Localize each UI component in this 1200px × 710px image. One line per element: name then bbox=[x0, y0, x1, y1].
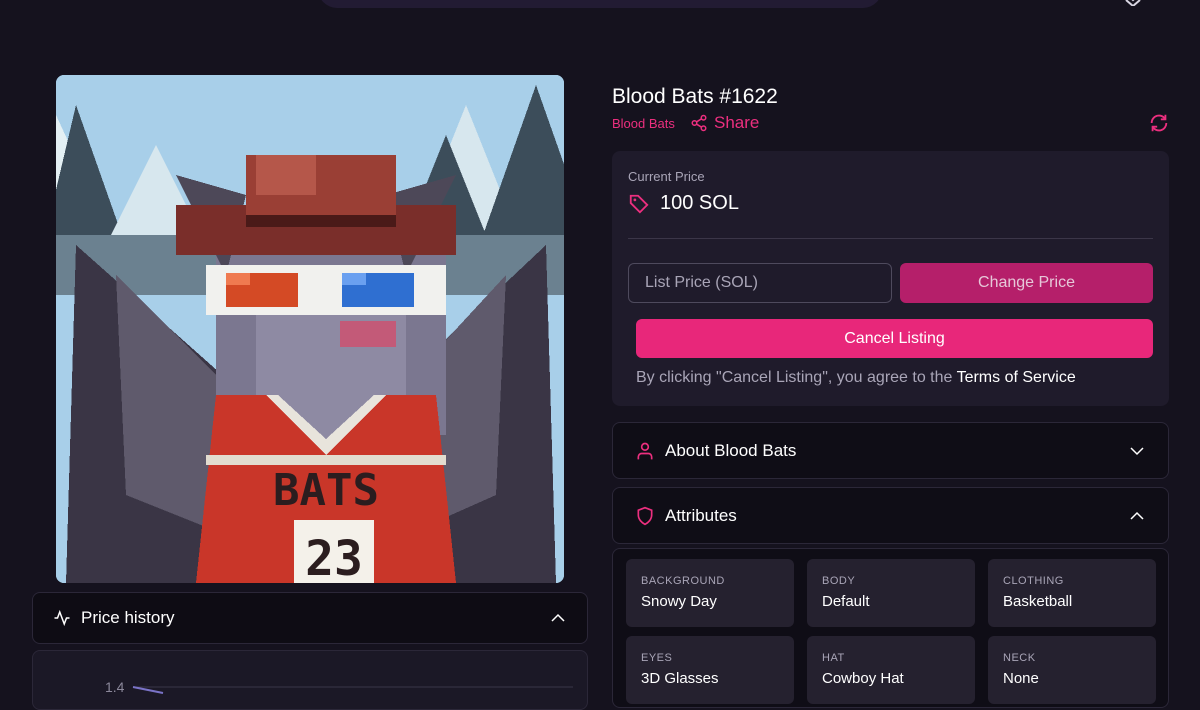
terms-notice: By clicking "Cancel Listing", you agree … bbox=[636, 369, 1076, 387]
attribute-card: CLOTHING Basketball bbox=[988, 559, 1156, 627]
attribute-trait: BODY bbox=[822, 575, 856, 587]
top-search-bar[interactable] bbox=[318, 0, 882, 8]
user-icon bbox=[637, 442, 653, 459]
attribute-value: Default bbox=[822, 593, 870, 610]
attribute-trait: NECK bbox=[1003, 652, 1036, 664]
share-label: Share bbox=[714, 113, 760, 132]
chevron-down-icon bbox=[1130, 446, 1144, 455]
attributes-panel: BACKGROUND Snowy Day BODY Default CLOTHI… bbox=[612, 548, 1169, 708]
chevron-up-icon bbox=[551, 613, 565, 622]
attribute-card: BODY Default bbox=[807, 559, 975, 627]
about-label: About Blood Bats bbox=[665, 440, 797, 460]
shield-icon bbox=[637, 506, 653, 525]
attribute-value: Cowboy Hat bbox=[822, 670, 904, 687]
attribute-value: Snowy Day bbox=[641, 593, 717, 610]
attribute-card: HAT Cowboy Hat bbox=[807, 636, 975, 704]
change-price-button[interactable]: Change Price bbox=[900, 263, 1153, 303]
current-price: 100 SOL bbox=[628, 192, 739, 215]
attribute-card: EYES 3D Glasses bbox=[626, 636, 794, 704]
cancel-listing-button[interactable]: Cancel Listing bbox=[636, 319, 1153, 358]
list-price-input[interactable] bbox=[628, 263, 892, 303]
menu-icon[interactable] bbox=[1122, 0, 1144, 6]
activity-icon bbox=[54, 609, 70, 627]
terms-notice-text: By clicking "Cancel Listing", you agree … bbox=[636, 369, 953, 386]
price-history-chart: 1.4 bbox=[32, 650, 588, 710]
attribute-trait: EYES bbox=[641, 652, 673, 664]
svg-text:23: 23 bbox=[305, 531, 363, 583]
nft-image: BATS 23 bbox=[56, 75, 564, 583]
price-history-toggle[interactable]: Price history bbox=[32, 592, 588, 644]
attribute-card: BACKGROUND Snowy Day bbox=[626, 559, 794, 627]
collection-link[interactable]: Blood Bats bbox=[612, 116, 675, 131]
terms-of-service-link[interactable]: Terms of Service bbox=[957, 369, 1076, 386]
price-history-label: Price history bbox=[81, 608, 175, 627]
attribute-card: NECK None bbox=[988, 636, 1156, 704]
price-tag-icon bbox=[629, 194, 649, 214]
nft-title: Blood Bats #1622 bbox=[612, 85, 778, 108]
chevron-up-icon bbox=[1130, 511, 1144, 520]
about-collection-toggle[interactable]: About Blood Bats bbox=[612, 422, 1169, 479]
attribute-value: Basketball bbox=[1003, 593, 1073, 610]
price-card: Current Price 100 SOL Change Price Cance… bbox=[612, 151, 1169, 406]
share-icon bbox=[691, 114, 707, 132]
divider bbox=[628, 238, 1153, 239]
attribute-trait: CLOTHING bbox=[1003, 575, 1064, 587]
attribute-trait: BACKGROUND bbox=[641, 575, 725, 587]
svg-text:BATS: BATS bbox=[273, 465, 379, 516]
attribute-value: None bbox=[1003, 670, 1039, 687]
refresh-icon[interactable] bbox=[1148, 112, 1170, 134]
price-series-line bbox=[132, 686, 164, 694]
current-price-label: Current Price bbox=[628, 169, 705, 184]
current-price-value: 100 SOL bbox=[660, 192, 739, 214]
attribute-value: 3D Glasses bbox=[641, 670, 719, 687]
share-button[interactable]: Share bbox=[690, 113, 759, 133]
attribute-trait: HAT bbox=[822, 652, 845, 664]
attributes-toggle[interactable]: Attributes bbox=[612, 487, 1169, 544]
attributes-label: Attributes bbox=[665, 505, 737, 525]
